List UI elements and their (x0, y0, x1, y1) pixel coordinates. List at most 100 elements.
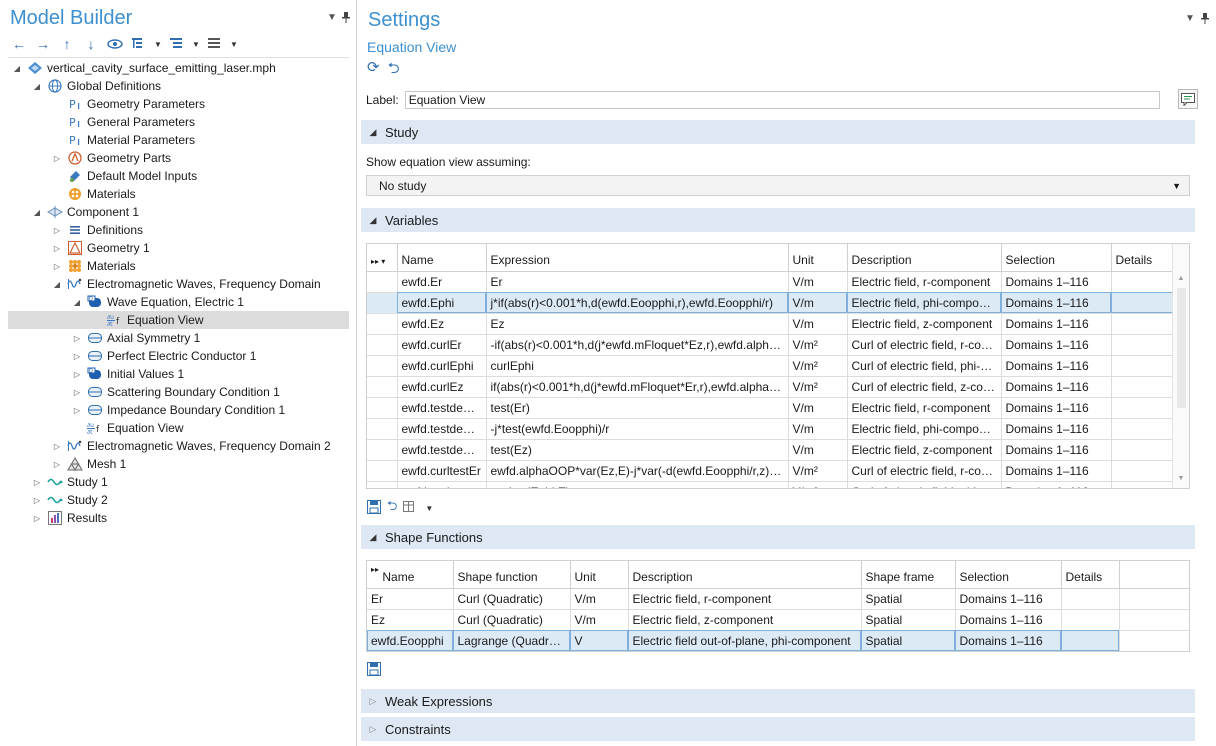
pin-icon[interactable] (1201, 13, 1209, 27)
table-cell[interactable]: Domains 1–116 (1001, 460, 1112, 482)
refresh-icon[interactable]: ⟳ (367, 58, 380, 83)
collapsed-arrow-icon[interactable]: ▷ (52, 243, 62, 253)
table-cell[interactable]: Electric field, phi-component (847, 418, 1002, 440)
table-cell[interactable]: ewfd.Ez (397, 313, 487, 335)
show-icon[interactable] (104, 35, 126, 53)
table-row[interactable]: ewfd.curlEphi curlEphi V/m² Curl of electri… (367, 355, 1174, 377)
expanded-arrow-icon[interactable]: ◢ (72, 297, 82, 307)
table-row[interactable]: ewfd.Ez Ez V/m Electric field, z-component D… (367, 313, 1174, 335)
tree-item[interactable]: P Material Parameters (8, 131, 349, 149)
table-cell[interactable] (1111, 355, 1174, 377)
tree-item[interactable]: ◢ Global Definitions (8, 77, 349, 95)
move-column-icon[interactable]: ▸▸ ▾ (367, 244, 398, 272)
tree-item[interactable]: ▷ Electromagnetic Waves, Frequency Domain… (8, 437, 349, 455)
table-row[interactable]: ewfd.curlEr -if(abs(r)<0.001*h,d(j*ewfd.m… (367, 334, 1174, 356)
table-cell[interactable]: ewfd.alphaOOP*var(Ez,E)-j*var(-d(ewfd.Eo… (486, 460, 789, 482)
tree-item[interactable]: ◢ D Wave Equation, Electric 1 (8, 293, 349, 311)
table-cell[interactable]: Domains 1–116 (1001, 355, 1112, 377)
table-cell[interactable] (1061, 630, 1120, 651)
collapsed-arrow-icon[interactable]: ▷ (52, 261, 62, 271)
tree-item[interactable]: ∂u ∂t f Equation View (8, 311, 349, 329)
table-cell[interactable]: V/m² (788, 460, 848, 482)
table-cell[interactable]: Curl of electric field, z-component (847, 376, 1002, 398)
table-cell[interactable]: Domains 1–116 (1001, 439, 1112, 461)
collapsed-arrow-icon[interactable]: ▷ (32, 513, 42, 523)
table-cell[interactable]: Domains 1–116 (1001, 292, 1112, 314)
table-cell[interactable]: ewfd.testdepEr (397, 397, 487, 419)
table-cell[interactable]: Curl of electric field, r-component (847, 334, 1002, 356)
dropdown-arrow-icon[interactable]: ▼ (425, 504, 433, 513)
collapsed-arrow-icon[interactable]: ▷ (72, 387, 82, 397)
tree-item[interactable]: ▷ Study 1 (8, 473, 349, 491)
expanded-arrow-icon[interactable]: ◢ (52, 279, 62, 289)
panel-menu-icon[interactable]: ▼ (1185, 13, 1195, 24)
table-cell[interactable]: ewfd.testdepEz (397, 439, 487, 461)
scroll-down-icon[interactable]: ▼ (1173, 472, 1189, 486)
tree-item[interactable]: ▷ Results (8, 509, 349, 527)
table-cell[interactable]: V/m (788, 271, 848, 293)
table-cell[interactable]: ewfd.curltestEphi (397, 481, 487, 488)
table-cell[interactable]: Ez (367, 609, 454, 631)
table-row[interactable]: ewfd.curltestEr ewfd.alphaOOP*var(Ez,E)-j… (367, 460, 1174, 482)
collapsed-arrow-icon[interactable]: ▷ (52, 441, 62, 451)
table-cell[interactable]: Electric field, z-component (628, 609, 862, 631)
tree-item[interactable]: ▷ Geometry Parts (8, 149, 349, 167)
table-cell[interactable]: ewfd.curlEz (397, 376, 487, 398)
reset-icon[interactable]: ⮌ (388, 58, 400, 83)
column-header[interactable]: Details (1061, 561, 1120, 589)
column-header[interactable]: Description (628, 561, 862, 589)
label-comment-icon[interactable] (1178, 89, 1198, 109)
table-row[interactable]: Ez Curl (Quadratic) V/m Electric field, z-c… (367, 609, 1189, 631)
table-cell[interactable]: V/m (788, 313, 848, 335)
table-row[interactable]: ewfd.testdepEphi -j*test(ewfd.Eoopphi)/r V… (367, 418, 1174, 440)
table-cell[interactable] (1111, 439, 1174, 461)
table-cell[interactable]: test(Ez) (486, 439, 789, 461)
tree-item[interactable]: Materials (8, 185, 349, 203)
table-cell[interactable]: j*if(abs(r)<0.001*h,d(ewfd.Eoopphi,r),ew… (486, 292, 789, 314)
table-cell[interactable]: Lagrange (Quadratic) (453, 630, 571, 651)
collapsed-arrow-icon[interactable]: ▷ (52, 459, 62, 469)
expanded-arrow-icon[interactable]: ◢ (12, 63, 22, 73)
table-cell[interactable] (1061, 588, 1120, 610)
table-cell[interactable]: Domains 1–116 (1001, 334, 1112, 356)
column-header[interactable]: Unit (788, 244, 848, 272)
table-row[interactable]: ewfd.Eoopphi Lagrange (Quadratic) V Electri… (367, 630, 1189, 651)
table-cell[interactable]: V/m² (788, 376, 848, 398)
table-cell[interactable]: Domains 1–116 (955, 630, 1062, 651)
column-header[interactable]: Unit (570, 561, 629, 589)
table-cell[interactable]: Electric field, r-component (847, 271, 1002, 293)
table-cell[interactable] (1111, 397, 1174, 419)
table-cell[interactable]: Electric field, z-component (847, 313, 1002, 335)
table-cell[interactable]: Electric field, r-component (847, 397, 1002, 419)
tree-item[interactable]: ▷ D Initial Values 1 (8, 365, 349, 383)
table-cell[interactable]: V/m (570, 609, 629, 631)
table-cell[interactable]: -j*test(ewfd.Eoopphi)/r (486, 418, 789, 440)
table-cell[interactable]: Electric field, phi-component (847, 292, 1002, 314)
collapse-all-icon[interactable] (128, 35, 150, 53)
expanded-arrow-icon[interactable]: ◢ (32, 207, 42, 217)
table-cell[interactable]: Curl of electric field, phi-component (847, 355, 1002, 377)
table-cell[interactable] (1111, 376, 1174, 398)
row-handle[interactable] (367, 481, 398, 488)
save-icon[interactable] (367, 662, 381, 679)
table-cell[interactable]: V/m² (788, 481, 848, 488)
collapsed-arrow-icon[interactable]: ▷ (72, 333, 82, 343)
collapsed-arrow-icon[interactable]: ▷ (72, 351, 82, 361)
collapsed-arrow-icon[interactable]: ▷ (32, 495, 42, 505)
table-cell[interactable]: ewfd.Ephi (397, 292, 487, 314)
table-cell[interactable]: ewfd.curltestEr (397, 460, 487, 482)
column-header[interactable]: Selection (1001, 244, 1112, 272)
forward-arrow-icon[interactable]: → (32, 35, 54, 53)
table-cell[interactable]: V/m (570, 588, 629, 610)
table-cell[interactable] (1111, 418, 1174, 440)
label-input[interactable]: Equation View (404, 91, 1160, 109)
table-cell[interactable]: Curl (Quadratic) (453, 609, 571, 631)
table-cell[interactable] (1111, 334, 1174, 356)
tree-item[interactable]: ▷ Scattering Boundary Condition 1 (8, 383, 349, 401)
table-cell[interactable]: -if(abs(r)<0.001*h,d(j*ewfd.mFloquet*Ez,… (486, 334, 789, 356)
table-cell[interactable]: if(abs(r)<0.001*h,d(j*ewfd.mFloquet*Er,r… (486, 376, 789, 398)
column-header[interactable]: Name (397, 244, 487, 272)
tree-item[interactable]: ▷ Impedance Boundary Condition 1 (8, 401, 349, 419)
table-cell[interactable]: Spatial (861, 630, 956, 651)
tree-item[interactable]: ▷ Perfect Electric Conductor 1 (8, 347, 349, 365)
